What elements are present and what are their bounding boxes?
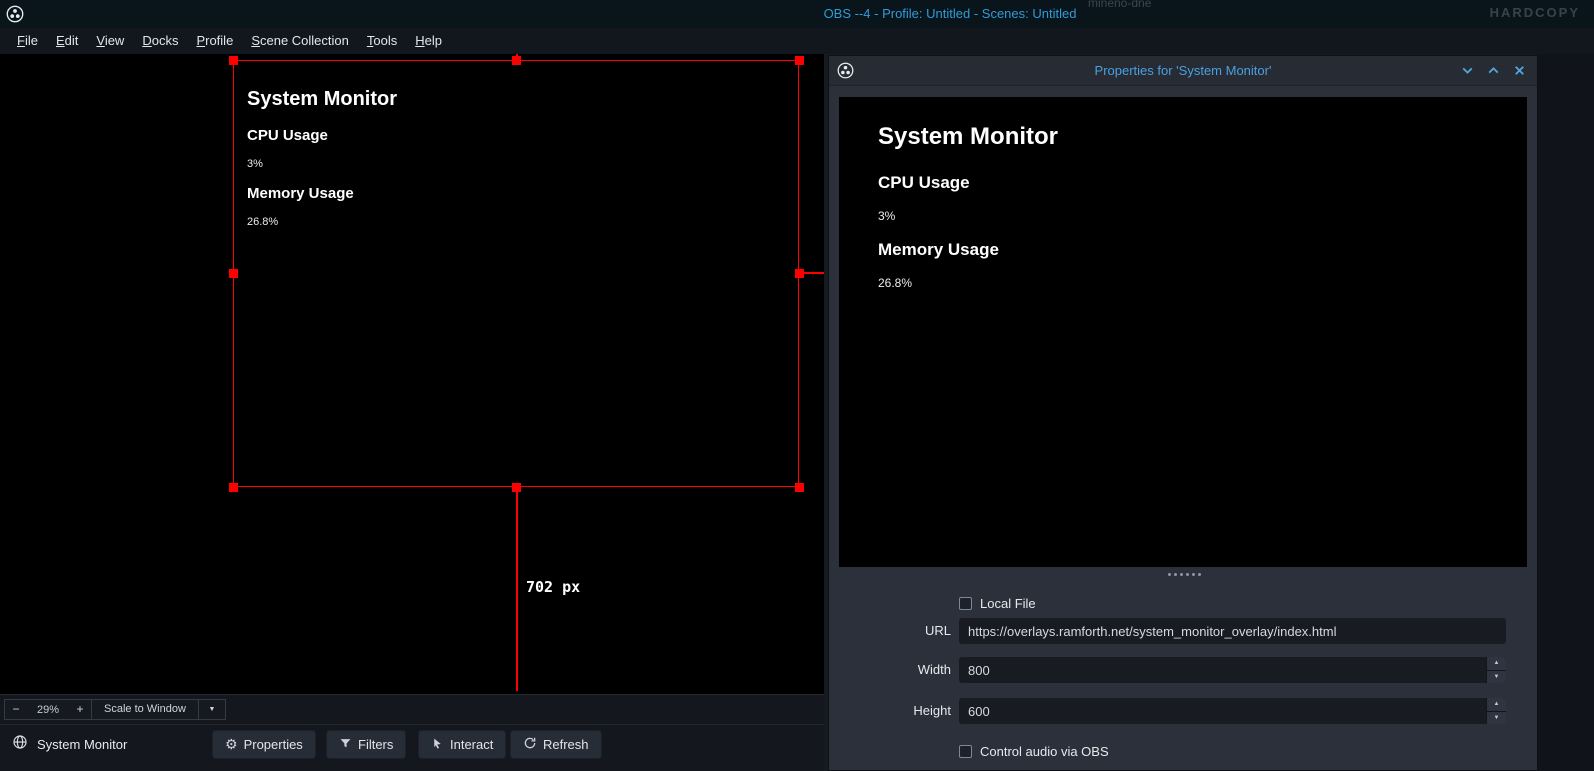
preview-memory-label: Memory Usage bbox=[878, 240, 1058, 260]
height-spin-up-icon[interactable]: ▲ bbox=[1487, 698, 1506, 711]
selection-handle-middle-left[interactable] bbox=[229, 269, 238, 278]
distance-guide-line bbox=[516, 488, 518, 691]
control-audio-row: Control audio via OBS bbox=[829, 738, 1537, 764]
menu-profile[interactable]: Profile bbox=[187, 28, 242, 54]
preview-rendering: System Monitor CPU Usage 3% Memory Usage… bbox=[878, 123, 1058, 307]
menu-docks[interactable]: Docks bbox=[133, 28, 187, 54]
properties-dialog: Properties for 'System Monitor' System M… bbox=[828, 55, 1538, 771]
menu-file[interactable]: File bbox=[8, 28, 47, 54]
height-row: Height ▲ ▼ bbox=[829, 698, 1537, 724]
interact-button-label: Interact bbox=[450, 737, 493, 752]
obs-logo-icon bbox=[837, 62, 854, 79]
gear-icon: ⚙ bbox=[225, 738, 238, 752]
url-row: URL bbox=[829, 618, 1537, 644]
width-spinner: ▲ ▼ bbox=[1486, 657, 1506, 683]
right-dock-area bbox=[1538, 54, 1594, 771]
preview-cpu-value: 3% bbox=[878, 209, 1058, 223]
dock-restore-icon[interactable] bbox=[1486, 63, 1501, 78]
menu-scene-collection[interactable]: Scene Collection bbox=[242, 28, 358, 54]
window-title: OBS --4 - Profile: Untitled - Scenes: Un… bbox=[824, 0, 1077, 28]
zoom-widget: − 29% + Scale to Window ▼ bbox=[4, 699, 226, 720]
height-label: Height bbox=[829, 698, 951, 724]
properties-button-label: Properties bbox=[244, 737, 303, 752]
selection-handle-bottom-left[interactable] bbox=[229, 483, 238, 492]
background-window-text: mineno-dne bbox=[1088, 0, 1151, 10]
properties-dialog-titlebar[interactable]: Properties for 'System Monitor' bbox=[829, 56, 1537, 86]
control-audio-checkbox[interactable] bbox=[959, 745, 972, 758]
filters-button-label: Filters bbox=[358, 737, 393, 752]
filters-button[interactable]: Filters bbox=[326, 730, 406, 759]
selection-rectangle[interactable] bbox=[233, 60, 799, 487]
zoom-in-button[interactable]: + bbox=[69, 700, 91, 719]
splitter-dots bbox=[1168, 573, 1171, 576]
preview-memory-value: 26.8% bbox=[878, 276, 1058, 290]
selected-source-name: System Monitor bbox=[37, 737, 127, 752]
selected-source-info: System Monitor bbox=[12, 730, 127, 759]
url-input[interactable] bbox=[959, 618, 1506, 644]
preview-splitter-handle[interactable] bbox=[829, 570, 1537, 578]
preview-title: System Monitor bbox=[878, 123, 1058, 151]
zoom-out-button[interactable]: − bbox=[5, 700, 27, 719]
width-input[interactable] bbox=[959, 657, 1506, 683]
window-titlebar: mineno-dne OBS --4 - Profile: Untitled -… bbox=[0, 0, 1594, 28]
refresh-icon bbox=[523, 736, 537, 753]
selection-handle-top-left[interactable] bbox=[229, 56, 238, 65]
width-row: Width ▲ ▼ bbox=[829, 657, 1537, 683]
scale-mode-select[interactable]: Scale to Window bbox=[92, 700, 198, 719]
source-toolbar: System Monitor ⚙ Properties Filters Inte… bbox=[0, 724, 824, 771]
snap-guide-right bbox=[799, 272, 824, 274]
interact-button[interactable]: Interact bbox=[418, 730, 506, 759]
dialog-window-controls bbox=[1460, 63, 1527, 78]
browser-source-icon bbox=[12, 734, 28, 755]
local-file-label[interactable]: Local File bbox=[980, 596, 1036, 611]
distance-label: 702 px bbox=[526, 578, 580, 596]
local-file-row: Local File bbox=[829, 590, 1537, 616]
menubar: File Edit View Docks Profile Scene Colle… bbox=[0, 28, 1594, 54]
preview-canvas[interactable]: System Monitor CPU Usage 3% Memory Usage… bbox=[0, 54, 824, 694]
selection-handle-top-right[interactable] bbox=[795, 56, 804, 65]
properties-dialog-title: Properties for 'System Monitor' bbox=[829, 56, 1537, 86]
selection-handle-bottom-right[interactable] bbox=[795, 483, 804, 492]
preview-statusbar: − 29% + Scale to Window ▼ bbox=[0, 694, 824, 724]
filter-icon bbox=[339, 737, 352, 753]
properties-button[interactable]: ⚙ Properties bbox=[212, 730, 316, 759]
height-spinner: ▲ ▼ bbox=[1486, 698, 1506, 724]
close-icon[interactable] bbox=[1512, 63, 1527, 78]
scale-mode-dropdown-arrow[interactable]: ▼ bbox=[199, 700, 225, 719]
refresh-button-label: Refresh bbox=[543, 737, 589, 752]
url-label: URL bbox=[829, 618, 951, 644]
browser-source-preview: System Monitor CPU Usage 3% Memory Usage… bbox=[839, 97, 1527, 567]
zoom-level: 29% bbox=[27, 704, 69, 716]
obs-logo-icon bbox=[6, 5, 24, 23]
local-file-checkbox[interactable] bbox=[959, 597, 972, 610]
control-audio-label[interactable]: Control audio via OBS bbox=[980, 744, 1109, 759]
refresh-button[interactable]: Refresh bbox=[510, 730, 602, 759]
menu-view[interactable]: View bbox=[87, 28, 133, 54]
menu-edit[interactable]: Edit bbox=[47, 28, 87, 54]
background-window-watermark: HARDCOPY bbox=[1490, 5, 1580, 20]
width-spin-down-icon[interactable]: ▼ bbox=[1487, 670, 1506, 684]
width-label: Width bbox=[829, 657, 951, 683]
preview-cpu-label: CPU Usage bbox=[878, 173, 1058, 193]
snap-guide-top bbox=[516, 54, 518, 61]
dock-float-icon[interactable] bbox=[1460, 63, 1475, 78]
width-spin-up-icon[interactable]: ▲ bbox=[1487, 657, 1506, 670]
menu-help[interactable]: Help bbox=[406, 28, 451, 54]
height-input[interactable] bbox=[959, 698, 1506, 724]
cursor-icon bbox=[431, 737, 444, 753]
menu-tools[interactable]: Tools bbox=[358, 28, 406, 54]
height-spin-down-icon[interactable]: ▼ bbox=[1487, 711, 1506, 725]
